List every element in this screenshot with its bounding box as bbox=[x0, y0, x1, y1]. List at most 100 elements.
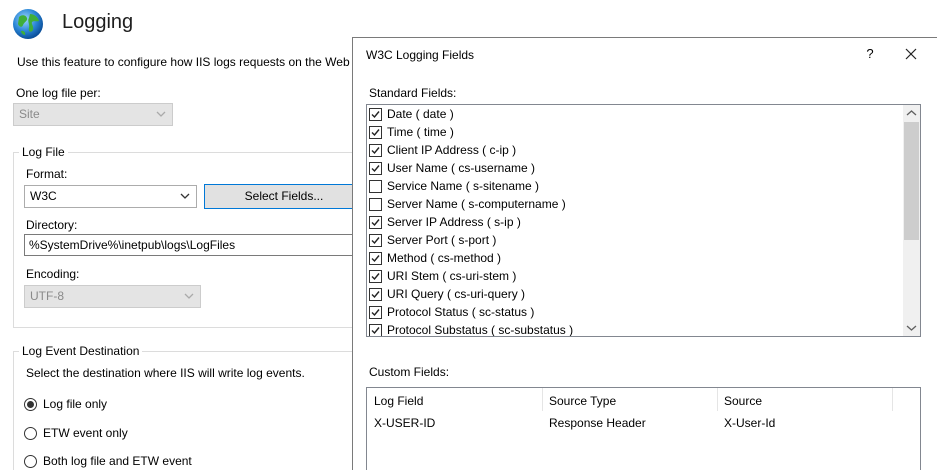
list-item-label: Server Name ( s-computername ) bbox=[387, 197, 566, 211]
list-item-label: Time ( time ) bbox=[387, 125, 454, 139]
standard-fields-label: Standard Fields: bbox=[369, 86, 457, 100]
scrollbar-thumb[interactable] bbox=[904, 122, 919, 240]
list-item[interactable]: Server Name ( s-computername ) bbox=[369, 195, 566, 213]
radio-label: Log file only bbox=[43, 397, 108, 411]
list-item-label: Date ( date ) bbox=[387, 107, 454, 121]
column-divider bbox=[717, 388, 718, 411]
radio-indicator bbox=[24, 426, 37, 440]
list-item[interactable]: URI Stem ( cs-uri-stem ) bbox=[369, 267, 516, 285]
custom-fields-grid[interactable]: Log Field Source Type Source X-USER-ID R… bbox=[366, 387, 921, 470]
column-header-source-type[interactable]: Source Type bbox=[549, 394, 616, 408]
format-value: W3C bbox=[30, 189, 57, 203]
checkbox[interactable] bbox=[369, 179, 382, 193]
list-item[interactable]: Service Name ( s-sitename ) bbox=[369, 177, 539, 195]
chevron-down-icon bbox=[156, 111, 166, 117]
checkmark-icon bbox=[371, 236, 380, 244]
checkbox[interactable] bbox=[369, 215, 382, 229]
list-item[interactable]: Method ( cs-method ) bbox=[369, 249, 501, 267]
list-item[interactable]: Server Port ( s-port ) bbox=[369, 231, 496, 249]
checkbox[interactable] bbox=[369, 107, 382, 121]
page-title: Logging bbox=[62, 11, 134, 33]
checkbox[interactable] bbox=[369, 233, 382, 247]
list-item-label: Protocol Status ( sc-status ) bbox=[387, 305, 535, 319]
list-item-label: Client IP Address ( c-ip ) bbox=[387, 143, 517, 157]
checkbox[interactable] bbox=[369, 197, 382, 211]
checkmark-icon bbox=[371, 128, 380, 136]
checkbox[interactable] bbox=[369, 143, 382, 157]
checkmark-icon bbox=[371, 110, 380, 118]
format-label: Format: bbox=[26, 167, 68, 181]
log-file-per-label: One log file per: bbox=[16, 86, 101, 100]
list-item[interactable]: User Name ( cs-username ) bbox=[369, 159, 535, 177]
checkmark-icon bbox=[371, 164, 380, 172]
directory-input[interactable]: %SystemDrive%\inetpub\logs\LogFiles bbox=[24, 234, 364, 256]
checkbox[interactable] bbox=[369, 269, 382, 283]
radio-log-file-only[interactable]: Log file only bbox=[24, 397, 107, 411]
checkmark-icon bbox=[371, 272, 380, 280]
checkbox[interactable] bbox=[369, 161, 382, 175]
radio-label: ETW event only bbox=[43, 426, 128, 440]
custom-fields-label: Custom Fields: bbox=[369, 365, 450, 379]
encoding-value: UTF-8 bbox=[30, 289, 64, 303]
log-file-per-select[interactable]: Site bbox=[13, 103, 173, 126]
list-item-label: Protocol Substatus ( sc-substatus ) bbox=[387, 323, 574, 337]
checkmark-icon bbox=[371, 290, 380, 298]
checkmark-icon bbox=[371, 326, 380, 334]
page-description: Use this feature to configure how IIS lo… bbox=[17, 55, 359, 69]
list-item-label: URI Query ( cs-uri-query ) bbox=[387, 287, 526, 301]
checkmark-icon bbox=[371, 254, 380, 262]
checkbox[interactable] bbox=[369, 125, 382, 139]
checkbox[interactable] bbox=[369, 323, 382, 336]
select-fields-button[interactable]: Select Fields... bbox=[204, 184, 364, 209]
column-header-log-field[interactable]: Log Field bbox=[374, 394, 423, 408]
encoding-select[interactable]: UTF-8 bbox=[24, 285, 201, 308]
radio-selected-indicator bbox=[24, 397, 37, 411]
list-item[interactable]: Time ( time ) bbox=[369, 123, 454, 141]
radio-both-log-file-and-etw[interactable]: Both log file and ETW event bbox=[24, 454, 192, 468]
checkbox[interactable] bbox=[369, 251, 382, 265]
log-event-destination-description: Select the destination where IIS will wr… bbox=[26, 366, 305, 380]
help-button[interactable]: ? bbox=[863, 46, 877, 61]
checkmark-icon bbox=[371, 146, 380, 154]
list-item[interactable]: URI Query ( cs-uri-query ) bbox=[369, 285, 525, 303]
radio-indicator bbox=[24, 454, 37, 468]
list-item[interactable]: Date ( date ) bbox=[369, 105, 454, 123]
table-cell: X-USER-ID bbox=[374, 416, 436, 430]
radio-etw-event-only[interactable]: ETW event only bbox=[24, 426, 128, 440]
w3c-logging-fields-dialog: W3C Logging Fields ? Standard Fields: Da… bbox=[352, 37, 937, 470]
radio-label: Both log file and ETW event bbox=[43, 454, 192, 468]
list-item[interactable]: Server IP Address ( s-ip ) bbox=[369, 213, 521, 231]
list-item-label: Service Name ( s-sitename ) bbox=[387, 179, 540, 193]
log-file-per-value: Site bbox=[19, 107, 40, 121]
list-item[interactable]: Protocol Status ( sc-status ) bbox=[369, 303, 534, 321]
list-item[interactable]: Protocol Substatus ( sc-substatus ) bbox=[369, 321, 574, 337]
scroll-down-icon[interactable] bbox=[903, 319, 920, 336]
list-item-label: Server IP Address ( s-ip ) bbox=[387, 215, 521, 229]
scroll-up-icon[interactable] bbox=[903, 105, 920, 122]
checkbox[interactable] bbox=[369, 305, 382, 319]
table-cell: X-User-Id bbox=[724, 416, 776, 430]
globe-icon bbox=[13, 9, 43, 39]
vertical-scrollbar[interactable] bbox=[903, 105, 920, 336]
list-item-label: Method ( cs-method ) bbox=[387, 251, 502, 265]
table-cell: Response Header bbox=[549, 416, 646, 430]
column-header-source[interactable]: Source bbox=[724, 394, 762, 408]
list-item-label: URI Stem ( cs-uri-stem ) bbox=[387, 269, 517, 283]
close-icon[interactable] bbox=[904, 47, 918, 61]
directory-label: Directory: bbox=[26, 218, 78, 232]
dialog-title: W3C Logging Fields bbox=[366, 48, 475, 62]
checkmark-icon bbox=[371, 218, 380, 226]
checkbox[interactable] bbox=[369, 287, 382, 301]
log-file-group-title: Log File bbox=[19, 145, 68, 159]
log-event-destination-title: Log Event Destination bbox=[19, 344, 143, 358]
list-item[interactable]: Client IP Address ( c-ip ) bbox=[369, 141, 516, 159]
format-select[interactable]: W3C bbox=[24, 185, 197, 208]
checkmark-icon bbox=[371, 308, 380, 316]
column-divider bbox=[892, 388, 893, 411]
chevron-down-icon bbox=[180, 193, 190, 199]
encoding-label: Encoding: bbox=[26, 267, 80, 281]
standard-fields-list[interactable]: Date ( date ) Time ( time ) Client IP Ad… bbox=[366, 104, 921, 337]
chevron-down-icon bbox=[184, 293, 194, 299]
list-item-label: Server Port ( s-port ) bbox=[387, 233, 497, 247]
list-item-label: User Name ( cs-username ) bbox=[387, 161, 536, 175]
